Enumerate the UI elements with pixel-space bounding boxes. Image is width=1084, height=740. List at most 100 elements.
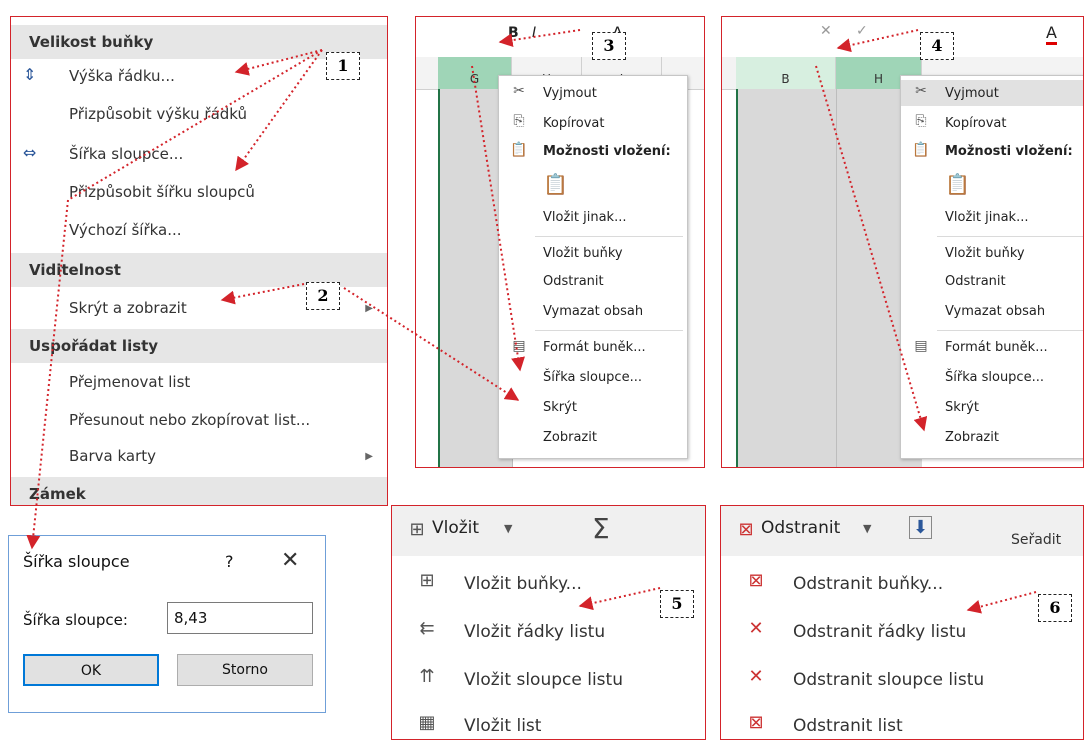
column-width-icon: ⇔ (23, 143, 37, 162)
callout-3: 3 (592, 32, 626, 60)
column-header-b[interactable]: B (736, 57, 836, 89)
menu-item-insert-sheet[interactable]: Vložit list (464, 704, 541, 739)
insert-columns-icon: ⇈ (419, 666, 435, 687)
menu-item-format-cells[interactable]: Formát buněk... (543, 336, 646, 360)
close-button[interactable]: ✕ (281, 548, 299, 573)
font-color-icon[interactable]: A (1046, 23, 1057, 45)
menu-item-autofit-column-width[interactable]: Přizpůsobit šířku sloupců (69, 177, 255, 207)
menu-item-unhide[interactable]: Zobrazit (543, 426, 597, 450)
menu-item-insert-columns[interactable]: Vložit sloupce listu (464, 658, 623, 702)
section-header-organize-sheets: Uspořádat listy (11, 329, 387, 363)
menu-item-hide[interactable]: Skrýt (543, 396, 577, 420)
format-menu-panel: Velikost buňky ⇕ Výška řádku... Přizpůso… (10, 16, 388, 506)
italic-icon[interactable]: I (532, 25, 536, 41)
sum-icon[interactable]: Σ (592, 512, 610, 545)
dialog-title: Šířka sloupce (23, 552, 130, 571)
menu-item-tab-color[interactable]: Barva karty (69, 441, 156, 471)
separator (535, 330, 683, 331)
scissors-icon: ✂ (513, 83, 525, 99)
ok-button[interactable]: OK (23, 654, 159, 686)
menu-item-paste-special[interactable]: Vložit jinak... (543, 206, 626, 230)
callout-1: 1 (326, 52, 360, 80)
submenu-arrow-icon: ▶ (365, 451, 373, 462)
insert-menu-panel: ⊞ Vložit ▼ Σ ⊞ Vložit buňky... ⇇ Vložit … (391, 505, 706, 740)
menu-item-delete-sheet[interactable]: Odstranit list (793, 704, 903, 739)
help-button[interactable]: ? (225, 552, 234, 571)
cancel-button[interactable]: Storno (177, 654, 313, 686)
delete-rows-icon: ✕ (748, 618, 764, 639)
menu-item-paste-options: Možnosti vložení: (945, 144, 1073, 159)
delete-columns-icon: ✕ (748, 666, 764, 687)
menu-item-autofit-row-height[interactable]: Přizpůsobit výšku řádků (69, 99, 247, 129)
mini-toolbar: ✕ ✓ A (722, 17, 1083, 53)
menu-item-cut[interactable]: Vyjmout (945, 82, 999, 106)
selected-columns (736, 89, 922, 467)
selection-border (736, 89, 738, 467)
scissors-icon: ✂ (915, 83, 927, 99)
callout-2: 2 (306, 282, 340, 310)
context-menu-panel-3: B I A G H I ✂ Vyjmout ⎘ Kopírovat 📋 Možn… (415, 16, 705, 468)
insert-sheet-icon: ▦ (418, 712, 436, 733)
column-width-dialog: Šířka sloupce ? ✕ Šířka sloupce: 8,43 OK… (8, 535, 326, 713)
menu-item-unhide[interactable]: Zobrazit (945, 426, 999, 450)
delete-sheet-icon: ⊠ (748, 712, 764, 733)
menu-item-column-width[interactable]: Šířka sloupce... (69, 139, 183, 169)
paste-option-icon[interactable]: 📋 (543, 172, 568, 196)
menu-item-row-height[interactable]: Výška řádku... (69, 61, 175, 91)
check-icon[interactable]: ✓ (856, 23, 868, 39)
dropdown-arrow-icon[interactable]: ▼ (504, 522, 512, 535)
menu-item-rename-sheet[interactable]: Přejmenovat list (69, 367, 190, 397)
paste-icon: 📋 (510, 142, 528, 158)
mini-toolbar: B I A (416, 17, 704, 53)
menu-item-delete-rows[interactable]: Odstranit řádky listu (793, 610, 966, 654)
menu-item-insert-cells[interactable]: Vložit buňky (543, 242, 623, 266)
insert-cells-icon: ⊞ (419, 570, 435, 591)
delete-menu-panel: ⊠ Odstranit ▼ ⬇ Seřadit ⊠ Odstranit buňk… (720, 505, 1084, 740)
menu-item-hide-unhide[interactable]: Skrýt a zobrazit (69, 293, 187, 323)
menu-item-insert-rows[interactable]: Vložit řádky listu (464, 610, 605, 654)
menu-item-default-width[interactable]: Výchozí šířka... (69, 215, 182, 245)
menu-item-column-width[interactable]: Šířka sloupce... (945, 366, 1044, 390)
menu-item-copy[interactable]: Kopírovat (945, 112, 1006, 136)
menu-item-delete-columns[interactable]: Odstranit sloupce listu (793, 658, 984, 702)
menu-item-clear-contents[interactable]: Vymazat obsah (543, 300, 643, 324)
submenu-arrow-icon: ▶ (365, 303, 373, 314)
format-cells-icon: ▤ (914, 338, 928, 354)
menu-item-delete[interactable]: Odstranit (945, 270, 1006, 294)
menu-item-insert-cells[interactable]: Vložit buňky (945, 242, 1025, 266)
delete-cells-icon: ⊠ (738, 519, 754, 540)
dropdown-arrow-icon[interactable]: ▼ (863, 522, 871, 535)
menu-item-paste-options: Možnosti vložení: (543, 144, 671, 159)
menu-item-insert-cells[interactable]: Vložit buňky... (464, 562, 582, 606)
menu-item-column-width[interactable]: Šířka sloupce... (543, 366, 642, 390)
callout-4: 4 (920, 32, 954, 60)
sort-label[interactable]: Seřadit (1011, 532, 1061, 548)
menu-item-move-copy-sheet[interactable]: Přesunout nebo zkopírovat list... (69, 405, 310, 435)
menu-item-paste-special[interactable]: Vložit jinak... (945, 206, 1028, 230)
paste-option-icon[interactable]: 📋 (945, 172, 970, 196)
copy-icon: ⎘ (915, 113, 927, 129)
menu-item-hide[interactable]: Skrýt (945, 396, 979, 420)
row-height-icon: ⇕ (23, 65, 37, 84)
grid-line (836, 89, 837, 467)
selection-border (438, 89, 440, 467)
menu-item-delete[interactable]: Odstranit (543, 270, 604, 294)
menu-item-cut[interactable]: Vyjmout (543, 82, 597, 106)
menu-item-format-cells[interactable]: Formát buněk... (945, 336, 1048, 360)
column-width-input[interactable]: 8,43 (167, 602, 313, 634)
context-menu: ✂ Vyjmout ⎘ Kopírovat 📋 Možnosti vložení… (900, 75, 1083, 459)
bold-icon[interactable]: B (508, 25, 519, 41)
separator (937, 236, 1083, 237)
menu-item-delete-cells[interactable]: Odstranit buňky... (793, 562, 943, 606)
menu-item-clear-contents[interactable]: Vymazat obsah (945, 300, 1045, 324)
context-menu: ✂ Vyjmout ⎘ Kopírovat 📋 Možnosti vložení… (498, 75, 688, 459)
close-icon[interactable]: ✕ (820, 23, 832, 39)
menu-item-copy[interactable]: Kopírovat (543, 112, 604, 136)
paste-icon: 📋 (912, 142, 930, 158)
delete-button[interactable]: Odstranit (761, 518, 840, 538)
callout-5: 5 (660, 590, 694, 618)
insert-button[interactable]: Vložit (432, 518, 479, 538)
fill-down-icon[interactable]: ⬇ (909, 516, 933, 539)
insert-cells-icon: ⊞ (409, 519, 425, 540)
format-cells-icon: ▤ (512, 338, 526, 354)
